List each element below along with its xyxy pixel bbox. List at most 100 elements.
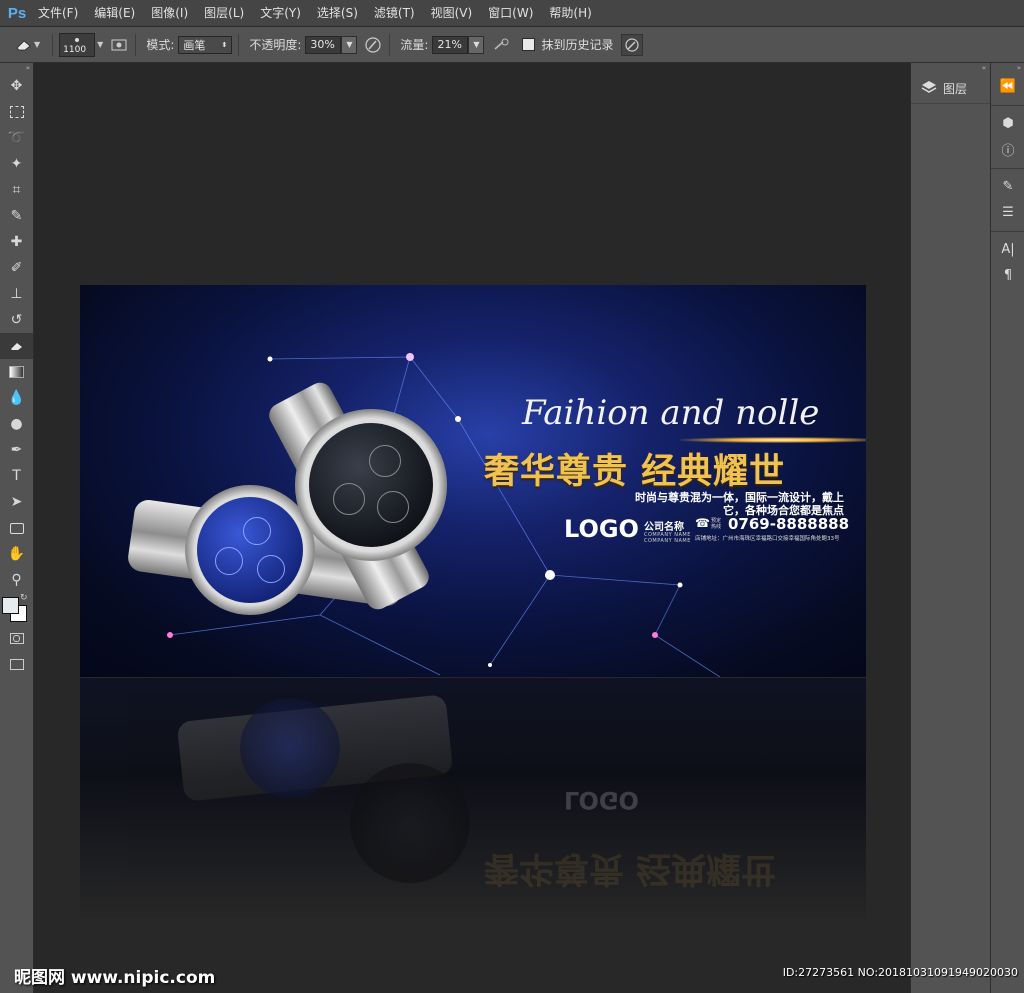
opacity-dropdown-arrow-icon[interactable]: ▼ xyxy=(341,35,358,54)
dock-divider xyxy=(991,162,1024,169)
rectangle-tool-icon[interactable] xyxy=(0,515,33,541)
desc-line-1: 时尚与尊贵混为一体，国际一流设计，戴上 xyxy=(635,491,844,504)
subdial xyxy=(333,483,365,515)
phone-icon: ☎ xyxy=(695,516,710,530)
brush-tool-icon[interactable]: ✐ xyxy=(0,255,33,281)
black-watch-image xyxy=(264,378,475,614)
menu-type[interactable]: 文字(Y) xyxy=(252,0,309,26)
dock-expand-icon[interactable]: « xyxy=(911,63,990,73)
brush-panel-icon[interactable]: ✎ xyxy=(991,173,1024,199)
phone-number: 0769-8888888 xyxy=(728,515,850,533)
paragraph-panel-icon[interactable]: ¶ xyxy=(991,262,1024,288)
mode-select-value: 画笔 xyxy=(183,38,206,52)
panel-icon-dock: » ⏪ ⬢ ⓘ ✎ ☰ A| ¶ xyxy=(990,63,1024,993)
pressure-opacity-icon[interactable] xyxy=(363,35,383,55)
dock-divider xyxy=(991,225,1024,232)
lasso-tool-icon[interactable]: ➰ xyxy=(0,125,33,151)
reflection-title-text: 奢华尊贵 经典耀世 xyxy=(484,848,777,888)
tools-panel: » ✥ ➰ ✦ ⌗ ✎ ✚ ✐ ⊥ ↺ 💧 ● ✒ T ➤ ✋ ⚲ ↻ xyxy=(0,63,34,993)
dock-divider xyxy=(991,99,1024,106)
zoom-tool-icon[interactable]: ⚲ xyxy=(0,567,33,593)
layers-tab-label: 图层 xyxy=(943,81,968,96)
menu-help[interactable]: 帮助(H) xyxy=(541,0,599,26)
company-en-line-2: COMPANY NAME xyxy=(644,538,691,544)
blur-tool-icon[interactable]: 💧 xyxy=(0,385,33,411)
pen-tool-icon[interactable]: ✒ xyxy=(0,437,33,463)
image-id-watermark: ID:27273561 NO:20181031091949020030 xyxy=(782,966,1018,979)
menu-select[interactable]: 选择(S) xyxy=(309,0,366,26)
brush-panel-toggle-icon[interactable] xyxy=(109,35,129,55)
info-panel-icon[interactable]: ⓘ xyxy=(991,136,1024,162)
reflection-watch-dial xyxy=(240,698,340,798)
flow-input[interactable]: 21% xyxy=(432,35,469,54)
company-name-en: COMPANY NAME COMPANY NAME xyxy=(644,532,691,544)
type-tool-icon[interactable]: T xyxy=(0,463,33,489)
subdial xyxy=(377,491,409,523)
watch-banner-artwork: Faihion and nolle 奢华尊贵 经典耀世 时尚与尊贵混为一体，国际… xyxy=(80,285,866,677)
brush-dropdown-arrow-icon[interactable]: ▼ xyxy=(97,40,103,49)
updown-arrows-icon: ⬍ xyxy=(221,40,228,49)
history-panel-icon[interactable]: ⏪ xyxy=(991,73,1024,99)
brush-size-value: 1100 xyxy=(63,44,87,55)
pressure-size-icon[interactable] xyxy=(621,33,644,56)
photoshop-logo: Ps xyxy=(7,4,27,22)
3d-panel-icon[interactable]: ⬢ xyxy=(991,110,1024,136)
dodge-tool-icon[interactable]: ● xyxy=(0,411,33,437)
healing-brush-tool-icon[interactable]: ✚ xyxy=(0,229,33,255)
watch-dial-black xyxy=(309,423,433,547)
erase-to-history-checkbox[interactable] xyxy=(522,38,536,51)
menu-filter[interactable]: 滤镜(T) xyxy=(366,0,423,26)
history-brush-tool-icon[interactable]: ↺ xyxy=(0,307,33,333)
options-divider xyxy=(389,33,391,56)
airbrush-icon[interactable] xyxy=(492,35,512,55)
collapsed-panel-dock: « 图层 xyxy=(910,63,990,993)
menu-image[interactable]: 图像(I) xyxy=(143,0,196,26)
preset-dropdown-arrow-icon[interactable]: ▼ xyxy=(34,40,40,49)
eraser-tool-icon[interactable] xyxy=(0,333,33,359)
path-selection-tool-icon[interactable]: ➤ xyxy=(0,489,33,515)
move-tool-icon[interactable]: ✥ xyxy=(0,73,33,99)
layers-panel-tab[interactable]: 图层 xyxy=(911,73,990,104)
layers-icon xyxy=(921,80,937,97)
flow-dropdown-arrow-icon[interactable]: ▼ xyxy=(468,35,485,54)
menu-file[interactable]: 文件(F) xyxy=(30,0,86,26)
crop-tool-icon[interactable]: ⌗ xyxy=(0,177,33,203)
mode-select[interactable]: 画笔 ⬍ xyxy=(178,35,233,54)
company-name-cn: 公司名称 xyxy=(644,522,684,533)
options-divider xyxy=(238,33,240,56)
erase-to-history-label: 抹到历史记录 xyxy=(541,38,614,52)
site-watermark: 昵图网 www.nipic.com xyxy=(14,968,216,988)
character-panel-icon[interactable]: A| xyxy=(991,236,1024,262)
reflection-logo-text: LOGO xyxy=(564,786,639,814)
brush-size-picker[interactable]: 1100 xyxy=(59,32,96,57)
opacity-label: 不透明度: xyxy=(249,38,302,52)
screen-mode-icon[interactable] xyxy=(0,651,33,677)
hand-tool-icon[interactable]: ✋ xyxy=(0,541,33,567)
panel-collapse-icon[interactable]: » xyxy=(0,63,33,73)
foreground-color-swatch[interactable] xyxy=(2,597,19,614)
menu-edit[interactable]: 编辑(E) xyxy=(86,0,143,26)
quick-mask-icon[interactable] xyxy=(0,625,33,651)
gradient-tool-icon[interactable] xyxy=(0,359,33,385)
options-bar: ▼ 1100 ▼ 模式: 画笔 ⬍ 不透明度: 30% ▼ 流量: 21% ▼ … xyxy=(0,27,1024,63)
eraser-preset-icon[interactable] xyxy=(14,35,34,55)
options-divider xyxy=(135,33,137,56)
eyedropper-tool-icon[interactable]: ✎ xyxy=(0,203,33,229)
clone-stamp-tool-icon[interactable]: ⊥ xyxy=(0,281,33,307)
magic-wand-tool-icon[interactable]: ✦ xyxy=(0,151,33,177)
menu-view[interactable]: 视图(V) xyxy=(423,0,481,26)
menu-layer[interactable]: 图层(L) xyxy=(196,0,252,26)
menu-window[interactable]: 窗口(W) xyxy=(480,0,541,26)
banner-description: 时尚与尊贵混为一体，国际一流设计，戴上 它，各种场合您都是焦点 xyxy=(600,491,844,517)
flow-label: 流量: xyxy=(400,38,429,52)
banner-main-title: 奢华尊贵 经典耀世 xyxy=(484,452,786,492)
dock-collapse-icon[interactable]: » xyxy=(991,63,1024,73)
brush-presets-icon[interactable]: ☰ xyxy=(991,199,1024,225)
document-canvas-area[interactable]: Faihion and nolle 奢华尊贵 经典耀世 时尚与尊贵混为一体，国际… xyxy=(34,63,910,993)
marquee-tool-icon[interactable] xyxy=(0,99,33,125)
subdial xyxy=(215,547,243,575)
store-address: 店铺地址：广州市海珠区幸福路口交接幸福国际角处鲍33号 xyxy=(695,536,840,542)
opacity-input[interactable]: 30% xyxy=(305,35,342,54)
banner-script-title: Faihion and nolle xyxy=(522,393,820,433)
swap-colors-icon[interactable]: ↻ xyxy=(20,593,28,603)
